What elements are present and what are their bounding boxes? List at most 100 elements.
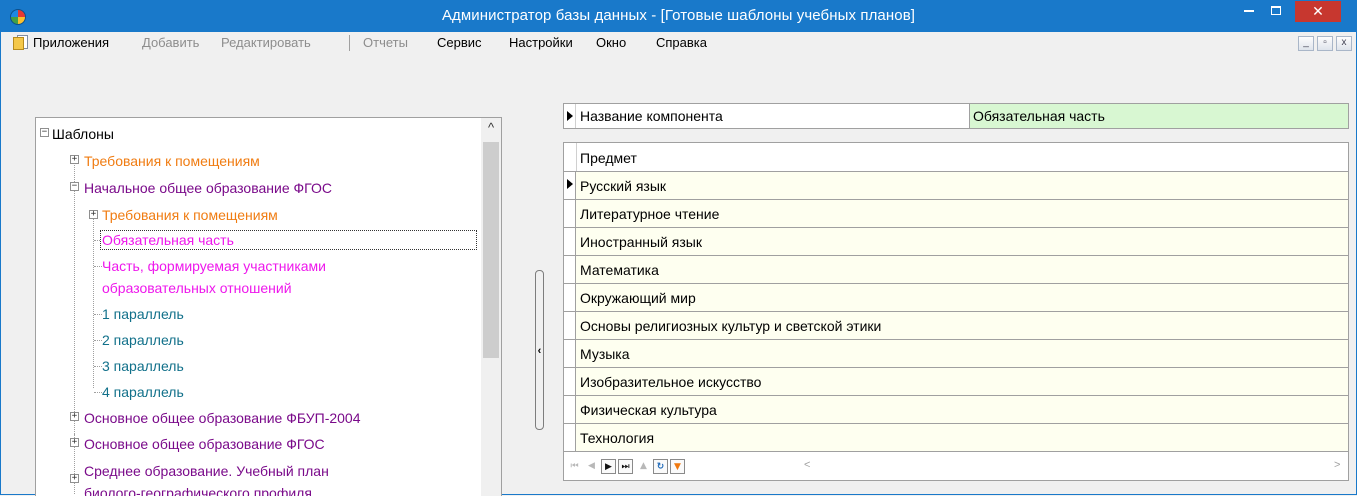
tree-line (94, 314, 102, 315)
tree-node-selected[interactable]: Обязательная часть (100, 230, 477, 250)
table-row[interactable]: Иностранный язык (564, 228, 1348, 256)
subject-cell[interactable]: Окружающий мир (577, 284, 696, 311)
app-window: Администратор базы данных - [Готовые шаб… (0, 0, 1357, 496)
scrollbar-thumb[interactable] (483, 142, 499, 358)
menu-separator (349, 35, 350, 51)
tree-line (74, 158, 75, 434)
tree-node[interactable]: Требования к помещениям (102, 206, 278, 224)
tree-line (94, 392, 102, 393)
filter-button[interactable]: ▼ (670, 459, 685, 474)
maximize-icon (1270, 6, 1281, 16)
tree-scrollbar[interactable]: ^ (481, 118, 501, 496)
menu-bar: Приложения Добавить Редактировать Отчеты… (1, 32, 1356, 54)
scroll-left-icon[interactable]: < (804, 459, 810, 471)
document-icon (13, 35, 28, 50)
first-record-button[interactable]: ⏮ (567, 459, 582, 474)
menu-add[interactable]: Добавить (142, 35, 199, 50)
table-row[interactable]: Русский язык (564, 172, 1348, 200)
table-row[interactable]: Физическая культура (564, 396, 1348, 424)
mdi-minimize-button[interactable]: _ (1298, 36, 1314, 51)
menu-applications[interactable]: Приложения (33, 35, 109, 50)
chevron-left-icon[interactable]: ‹ (536, 345, 543, 357)
table-row[interactable]: Математика (564, 256, 1348, 284)
record-navigator: ⏮ ◀ ▶ ⏭ ▲ ↻ ▼ < > (564, 455, 1348, 480)
tree-node-continued: биолого-географического профиля (84, 485, 312, 496)
tree-node[interactable]: 4 параллель (102, 383, 184, 401)
minimize-button[interactable] (1235, 1, 1262, 22)
tree-node-root[interactable]: Шаблоны (52, 125, 114, 143)
row-indicator[interactable] (564, 396, 576, 423)
menu-settings[interactable]: Настройки (509, 35, 573, 50)
row-indicator[interactable] (564, 172, 576, 199)
minimize-icon (1243, 10, 1254, 13)
row-indicator[interactable] (564, 340, 576, 367)
collapse-icon[interactable]: − (40, 128, 49, 137)
subject-cell[interactable]: Технология (577, 424, 654, 451)
panel-splitter[interactable]: ‹ (535, 270, 544, 430)
component-field: Название компонента Обязательная часть (563, 103, 1349, 129)
mdi-restore-button[interactable]: ▫ (1317, 36, 1333, 51)
last-record-button[interactable]: ⏭ (618, 459, 633, 474)
subject-cell[interactable]: Русский язык (577, 172, 666, 199)
component-value[interactable]: Обязательная часть (969, 104, 1348, 128)
tree-node[interactable]: 3 параллель (102, 357, 184, 375)
tree-node[interactable]: Основное общее образование ФГОС (84, 435, 325, 453)
table-row[interactable]: Окружающий мир (564, 284, 1348, 312)
subject-cell[interactable]: Основы религиозных культур и светской эт… (577, 312, 881, 339)
subject-cell[interactable]: Литературное чтение (577, 200, 719, 227)
expand-icon[interactable]: + (70, 438, 79, 447)
subject-cell[interactable]: Иностранный язык (577, 228, 702, 255)
menu-window[interactable]: Окно (596, 35, 626, 50)
insert-record-button[interactable]: ▲ (636, 459, 651, 474)
scroll-up-icon[interactable]: ^ (481, 121, 501, 135)
tree-node[interactable]: Требования к помещениям (84, 152, 260, 170)
row-indicator[interactable] (564, 228, 576, 255)
collapse-icon[interactable]: − (70, 182, 79, 191)
templates-tree[interactable]: − Шаблоны + Требования к помещениям − На… (35, 117, 502, 496)
subjects-grid[interactable]: Предмет Русский язык Литературное чтение И… (563, 142, 1349, 481)
menu-reports[interactable]: Отчеты (363, 35, 408, 50)
subject-cell[interactable]: Математика (577, 256, 659, 283)
row-indicator (564, 104, 576, 128)
row-indicator[interactable] (564, 200, 576, 227)
tree-node[interactable]: Основное общее образование ФБУП-2004 (84, 409, 361, 427)
close-button[interactable]: ✕ (1295, 1, 1341, 22)
tree-node[interactable]: 1 параллель (102, 305, 184, 323)
subject-cell[interactable]: Физическая культура (577, 396, 717, 423)
table-row[interactable]: Изобразительное искусство (564, 368, 1348, 396)
expand-icon[interactable]: + (70, 412, 79, 421)
tree-node[interactable]: Среднее образование. Учебный план (84, 462, 329, 480)
refresh-button[interactable]: ↻ (653, 459, 668, 474)
next-record-button[interactable]: ▶ (601, 459, 616, 474)
row-indicator[interactable] (564, 256, 576, 283)
prev-record-button[interactable]: ◀ (584, 459, 599, 474)
tree-node[interactable]: 2 параллель (102, 331, 184, 349)
subject-cell[interactable]: Изобразительное искусство (577, 368, 761, 395)
table-row[interactable]: Технология (564, 424, 1348, 452)
menu-service[interactable]: Сервис (437, 35, 482, 50)
row-indicator[interactable] (564, 284, 576, 311)
current-row-icon (567, 111, 573, 121)
expand-icon[interactable]: + (89, 210, 98, 219)
tree-line (94, 366, 102, 367)
menu-edit[interactable]: Редактировать (221, 35, 311, 50)
column-header-subject[interactable]: Предмет (577, 143, 637, 171)
tree-node-continued: образовательных отношений (102, 280, 292, 296)
row-indicator[interactable] (564, 424, 576, 451)
row-indicator[interactable] (564, 368, 576, 395)
scroll-right-icon[interactable]: > (1334, 459, 1340, 471)
menu-help[interactable]: Справка (656, 35, 707, 50)
tree-node[interactable]: Часть, формируемая участниками (102, 257, 326, 275)
expand-icon[interactable]: + (70, 155, 79, 164)
table-row[interactable]: Литературное чтение (564, 200, 1348, 228)
subject-cell[interactable]: Музыка (577, 340, 630, 367)
table-row[interactable]: Основы религиозных культур и светской эт… (564, 312, 1348, 340)
window-title: Администратор базы данных - [Готовые шаб… (441, 7, 916, 24)
mdi-close-button[interactable]: x (1336, 36, 1352, 51)
table-row[interactable]: Музыка (564, 340, 1348, 368)
row-indicator[interactable] (564, 312, 576, 339)
tree-node[interactable]: Начальное общее образование ФГОС (84, 179, 332, 197)
title-bar[interactable]: Администратор базы данных - [Готовые шаб… (1, 1, 1356, 32)
maximize-button[interactable] (1262, 1, 1289, 22)
expand-icon[interactable]: + (70, 474, 79, 483)
